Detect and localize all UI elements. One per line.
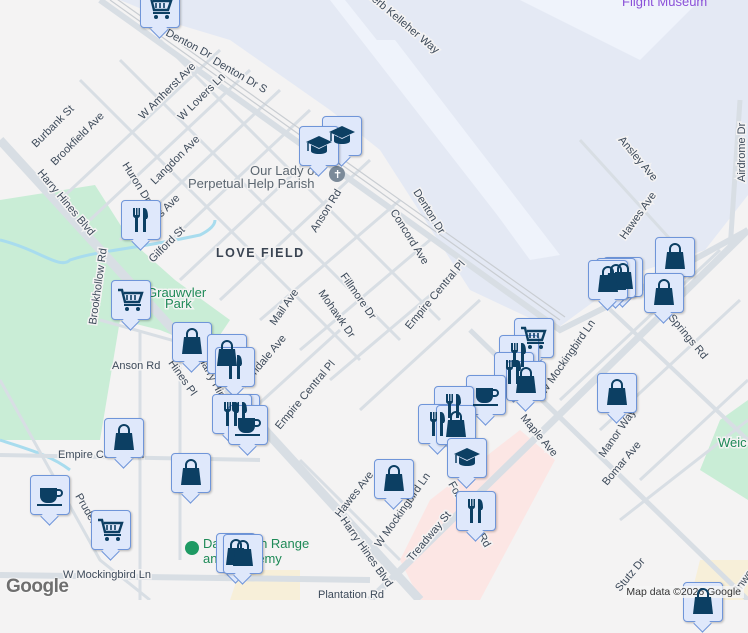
marker-shopping-cart[interactable] bbox=[91, 510, 131, 550]
marker-shopping-bag[interactable] bbox=[597, 373, 637, 413]
poi-church-line2: Perpetual Help Parish bbox=[188, 176, 314, 191]
shopping-cart-icon bbox=[146, 0, 173, 21]
coffee-cup-icon bbox=[472, 387, 499, 406]
marker-cafe[interactable] bbox=[30, 475, 70, 515]
marker-shopping-bag[interactable] bbox=[104, 418, 144, 458]
fork-knife-icon bbox=[132, 208, 148, 232]
shopping-bag-icon bbox=[515, 367, 537, 394]
street-label: Anson Rd bbox=[112, 360, 160, 372]
shopping-bag-icon bbox=[653, 279, 675, 306]
street-label: Airdrome Dr bbox=[736, 122, 748, 182]
map-attribution: Map data ©2026 Google bbox=[623, 586, 744, 598]
marker-shopping-bag[interactable] bbox=[644, 273, 684, 313]
street-label: W Mockingbird Ln bbox=[63, 569, 151, 581]
marker-shopping-bag[interactable] bbox=[223, 534, 263, 574]
coffee-cup-icon bbox=[36, 487, 63, 506]
cross-glyph: ✝ bbox=[333, 169, 342, 181]
street-label: Plantation Rd bbox=[318, 589, 384, 600]
shopping-bag-icon bbox=[383, 465, 405, 492]
marker-school[interactable] bbox=[447, 438, 487, 478]
google-logo[interactable]: Google bbox=[6, 576, 69, 598]
street-label: Springs Rd bbox=[666, 312, 710, 361]
marker-shopping-cart[interactable] bbox=[111, 280, 151, 320]
gun-range-pin-icon bbox=[185, 541, 199, 555]
marker-shopping-bag[interactable] bbox=[172, 322, 212, 362]
marker-restaurant[interactable] bbox=[215, 347, 255, 387]
shopping-bag-icon bbox=[181, 328, 203, 355]
marker-shopping-bag[interactable] bbox=[655, 237, 695, 277]
fork-knife-icon bbox=[467, 499, 483, 523]
marker-shopping-bag[interactable] bbox=[171, 453, 211, 493]
marker-shopping-bag[interactable] bbox=[506, 361, 546, 401]
shopping-cart-icon bbox=[97, 518, 124, 543]
shopping-bag-icon bbox=[606, 379, 628, 406]
poi-weic: Weic bbox=[718, 435, 747, 450]
shopping-cart-icon bbox=[117, 288, 144, 313]
shopping-bag-icon bbox=[597, 266, 619, 293]
marker-shopping-cart[interactable] bbox=[140, 0, 180, 28]
shopping-bag-icon bbox=[445, 411, 467, 438]
marker-cafe[interactable] bbox=[228, 405, 268, 445]
shopping-bag-icon bbox=[692, 588, 714, 615]
graduation-cap-icon bbox=[305, 135, 333, 155]
shopping-bag-icon bbox=[664, 243, 686, 270]
shopping-bag-icon bbox=[180, 459, 202, 486]
shopping-bag-icon bbox=[232, 540, 254, 567]
poi-park-line2: Park bbox=[165, 296, 192, 311]
street-label: Empire Central Pl bbox=[273, 358, 338, 432]
poi-flight-museum: Flight Museum bbox=[622, 0, 707, 9]
street-label: Hawes Ave bbox=[333, 469, 376, 520]
neighborhood-label: LOVE FIELD bbox=[216, 246, 305, 260]
fork-knife-icon bbox=[226, 355, 242, 379]
marker-restaurant[interactable] bbox=[456, 491, 496, 531]
graduation-cap-icon bbox=[453, 447, 481, 467]
shopping-bag-icon bbox=[113, 424, 135, 451]
marker-restaurant[interactable] bbox=[121, 200, 161, 240]
coffee-cup-icon bbox=[234, 417, 261, 436]
marker-shopping-bag[interactable] bbox=[374, 459, 414, 499]
